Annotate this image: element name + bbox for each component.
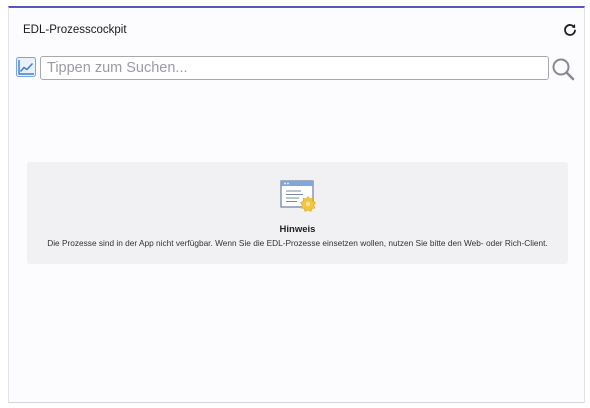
search-icon[interactable] [551,57,575,81]
refresh-icon[interactable] [563,23,577,37]
notice-title: Hinweis [279,224,316,235]
notice-message: Die Prozesse sind in der App nicht verfü… [47,238,548,248]
line-chart-icon[interactable] [15,56,37,78]
page-title: EDL-Prozesscockpit [23,24,127,36]
process-cockpit-panel: EDL-Prozesscockpit Tippen zum Suchen... … [8,6,585,403]
notice-box: Hinweis Die Prozesse sind in der App nic… [27,162,568,264]
search-input[interactable] [40,56,549,80]
settings-document-icon [279,179,319,215]
